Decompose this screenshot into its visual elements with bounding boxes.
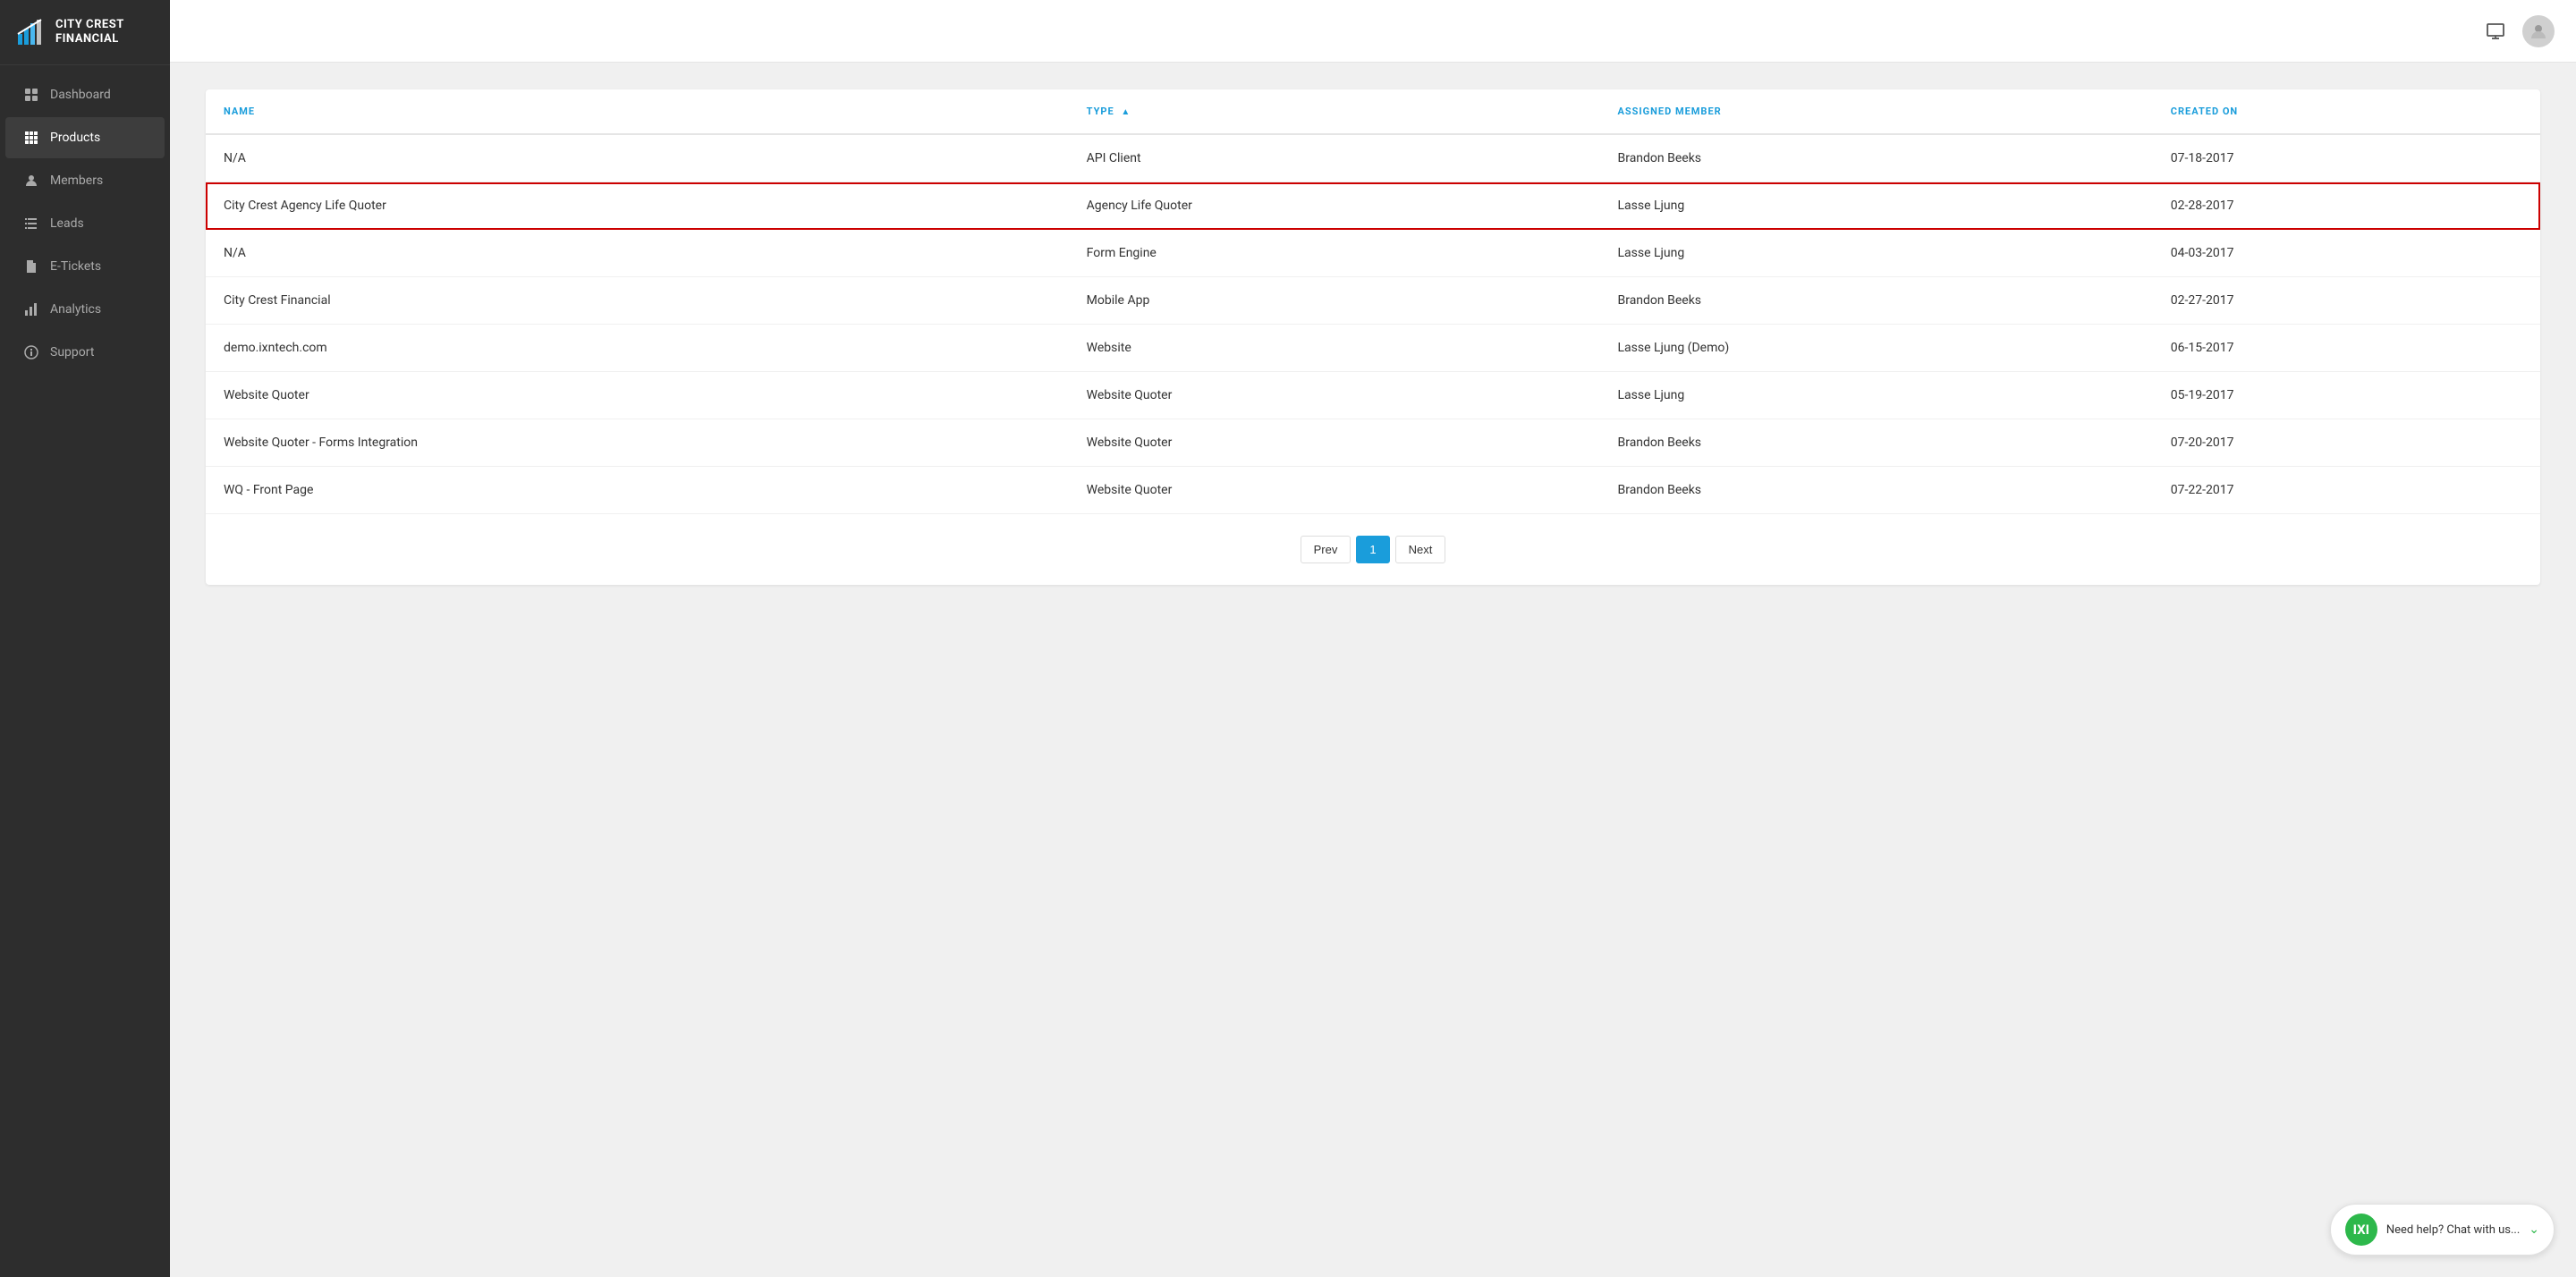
table-header: NAME TYPE ▲ ASSIGNED MEMBER CREATED ON [206,89,2540,134]
col-assigned-member[interactable]: ASSIGNED MEMBER [1600,89,2153,134]
bar-chart-icon [23,301,39,317]
cell-type: Website Quoter [1069,467,1600,514]
cell-assigned_member: Lasse Ljung [1600,372,2153,419]
sidebar-item-label: Products [50,131,100,145]
cell-assigned_member: Brandon Beeks [1600,467,2153,514]
col-type[interactable]: TYPE ▲ [1069,89,1600,134]
sidebar-navigation: Dashboard Products Members Leads [0,65,170,1277]
cell-assigned_member: Brandon Beeks [1600,134,2153,182]
sidebar-item-leads[interactable]: Leads [5,203,165,244]
table-row[interactable]: City Crest Agency Life QuoterAgency Life… [206,182,2540,230]
cell-created_on: 07-18-2017 [2153,134,2540,182]
brand-logo-icon [14,16,47,48]
chevron-down-icon: ⌄ [2529,1222,2539,1237]
info-icon [23,344,39,360]
person-icon [23,173,39,189]
chat-icon: IXI [2345,1214,2377,1246]
topbar [170,0,2576,63]
cell-created_on: 02-27-2017 [2153,277,2540,325]
cell-type: Form Engine [1069,230,1600,277]
page-1-button[interactable]: 1 [1356,536,1389,563]
col-name[interactable]: NAME [206,89,1069,134]
table-row[interactable]: demo.ixntech.comWebsiteLasse Ljung (Demo… [206,325,2540,372]
cell-name: Website Quoter - Forms Integration [206,419,1069,467]
sidebar-item-label: E-Tickets [50,259,101,274]
prev-button[interactable]: Prev [1301,536,1352,563]
table-row[interactable]: N/AAPI ClientBrandon Beeks07-18-2017 [206,134,2540,182]
cell-created_on: 04-03-2017 [2153,230,2540,277]
table-row[interactable]: Website QuoterWebsite QuoterLasse Ljung0… [206,372,2540,419]
grid-icon [23,87,39,103]
main-content: NAME TYPE ▲ ASSIGNED MEMBER CREATED ON [170,0,2576,1277]
cell-created_on: 05-19-2017 [2153,372,2540,419]
monitor-icon[interactable] [2483,19,2508,44]
cell-assigned_member: Brandon Beeks [1600,277,2153,325]
cell-created_on: 06-15-2017 [2153,325,2540,372]
cell-assigned_member: Lasse Ljung [1600,230,2153,277]
brand-logo[interactable]: CITY CREST FINANCIAL [0,0,170,65]
chat-label: Need help? Chat with us... [2386,1223,2520,1237]
sidebar-item-etickets[interactable]: E-Tickets [5,246,165,287]
products-table: NAME TYPE ▲ ASSIGNED MEMBER CREATED ON [206,89,2540,514]
cell-type: Website [1069,325,1600,372]
sidebar-item-dashboard[interactable]: Dashboard [5,74,165,115]
sidebar-item-analytics[interactable]: Analytics [5,289,165,330]
cell-name: City Crest Agency Life Quoter [206,182,1069,230]
products-table-card: NAME TYPE ▲ ASSIGNED MEMBER CREATED ON [206,89,2540,585]
brand-name: CITY CREST FINANCIAL [55,18,124,46]
list-icon [23,216,39,232]
user-avatar[interactable] [2522,15,2555,47]
sidebar-item-label: Members [50,173,103,188]
table-body: N/AAPI ClientBrandon Beeks07-18-2017City… [206,134,2540,514]
table-wrapper: NAME TYPE ▲ ASSIGNED MEMBER CREATED ON [206,89,2540,514]
sidebar-item-members[interactable]: Members [5,160,165,201]
cell-name: N/A [206,134,1069,182]
cell-assigned_member: Lasse Ljung (Demo) [1600,325,2153,372]
cell-assigned_member: Lasse Ljung [1600,182,2153,230]
sidebar: CITY CREST FINANCIAL Dashboard Products … [0,0,170,1277]
table-row[interactable]: N/AForm EngineLasse Ljung04-03-2017 [206,230,2540,277]
table-row[interactable]: WQ - Front PageWebsite QuoterBrandon Bee… [206,467,2540,514]
cell-created_on: 07-22-2017 [2153,467,2540,514]
table-row[interactable]: Website Quoter - Forms IntegrationWebsit… [206,419,2540,467]
sidebar-item-products[interactable]: Products [5,117,165,158]
cell-name: WQ - Front Page [206,467,1069,514]
cell-type: API Client [1069,134,1600,182]
cell-type: Agency Life Quoter [1069,182,1600,230]
cell-type: Mobile App [1069,277,1600,325]
sidebar-item-label: Dashboard [50,88,111,102]
cell-name: Website Quoter [206,372,1069,419]
apps-icon [23,130,39,146]
sort-asc-icon: ▲ [1121,107,1131,117]
cell-type: Website Quoter [1069,372,1600,419]
next-button[interactable]: Next [1395,536,1446,563]
cell-created_on: 02-28-2017 [2153,182,2540,230]
cell-name: N/A [206,230,1069,277]
pagination: Prev 1 Next [206,514,2540,585]
file-icon [23,258,39,275]
cell-name: demo.ixntech.com [206,325,1069,372]
sidebar-item-label: Support [50,345,94,359]
sidebar-item-label: Analytics [50,302,101,317]
col-created-on[interactable]: CREATED ON [2153,89,2540,134]
cell-name: City Crest Financial [206,277,1069,325]
page-content: NAME TYPE ▲ ASSIGNED MEMBER CREATED ON [170,63,2576,1277]
cell-type: Website Quoter [1069,419,1600,467]
cell-assigned_member: Brandon Beeks [1600,419,2153,467]
sidebar-item-support[interactable]: Support [5,332,165,373]
chat-widget[interactable]: IXI Need help? Chat with us... ⌄ [2330,1204,2555,1256]
table-row[interactable]: City Crest FinancialMobile AppBrandon Be… [206,277,2540,325]
sidebar-item-label: Leads [50,216,84,231]
cell-created_on: 07-20-2017 [2153,419,2540,467]
